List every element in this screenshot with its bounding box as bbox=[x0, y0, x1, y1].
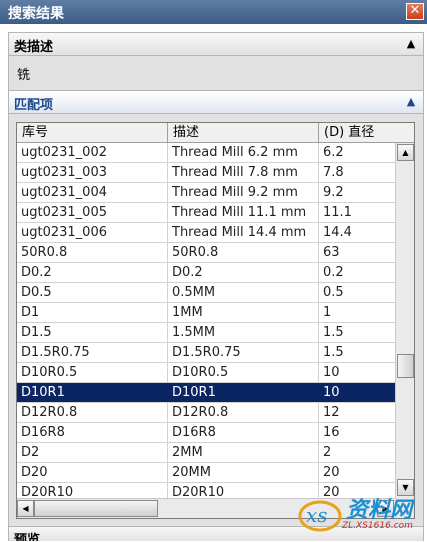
cell-diameter: 20 bbox=[323, 465, 340, 480]
cell-library-id: D2 bbox=[17, 443, 168, 462]
cell-library-id: 50R0.8 bbox=[17, 243, 168, 262]
cell-description: 0.5MM bbox=[168, 283, 319, 302]
table-row[interactable]: D10R0.5 D10R0.5 10 bbox=[17, 363, 395, 383]
cell-library-id: D1 bbox=[17, 303, 168, 322]
category-panel: 铣 bbox=[8, 56, 424, 90]
close-button[interactable]: ✕ bbox=[406, 3, 424, 20]
cell-description: D0.2 bbox=[168, 263, 319, 282]
cell-library-id: ugt0231_003 bbox=[17, 163, 168, 182]
table-row[interactable]: 50R0.8 50R0.8 63 bbox=[17, 243, 395, 263]
cell-description: Thread Mill 7.8 mm bbox=[168, 163, 319, 182]
cell-diameter: 63 bbox=[323, 245, 340, 260]
matches-section-header[interactable]: 匹配项 ▲ bbox=[8, 90, 424, 114]
cell-description: D10R1 bbox=[168, 383, 319, 402]
cell-diameter: 2 bbox=[323, 445, 332, 460]
cell-library-id: D0.5 bbox=[17, 283, 168, 302]
cell-description: D10R0.5 bbox=[168, 363, 319, 382]
horizontal-scroll-thumb[interactable] bbox=[34, 500, 158, 517]
cell-library-id: D1.5 bbox=[17, 323, 168, 342]
column-header-diameter[interactable]: (D) 直径 bbox=[319, 123, 414, 142]
chevron-up-icon[interactable]: ▲ bbox=[403, 36, 419, 52]
cell-diameter: 1 bbox=[323, 305, 332, 320]
table-row[interactable]: D2 2MM 2 bbox=[17, 443, 395, 463]
scroll-up-button[interactable]: ▲ bbox=[397, 144, 414, 161]
table-row[interactable]: D0.2 D0.2 0.2 bbox=[17, 263, 395, 283]
cell-description: Thread Mill 11.1 mm bbox=[168, 203, 319, 222]
cell-description: 1.5MM bbox=[168, 323, 319, 342]
cell-diameter: 11.1 bbox=[323, 205, 352, 220]
table-header: 库号 描述 (D) 直径 bbox=[17, 123, 414, 143]
cell-description: D12R0.8 bbox=[168, 403, 319, 422]
watermark-logo: xs 资料网 ZL.XS1616.com bbox=[296, 490, 424, 538]
cell-diameter: 16 bbox=[323, 425, 340, 440]
cell-library-id: D0.2 bbox=[17, 263, 168, 282]
results-table: 库号 描述 (D) 直径 ugt0231_002 Thread Mill 6.2 … bbox=[16, 122, 415, 519]
title-bar: 搜索结果 ✕ bbox=[0, 0, 427, 24]
cell-description: 50R0.8 bbox=[168, 243, 319, 262]
cell-diameter: 0.5 bbox=[323, 285, 344, 300]
cell-diameter: 10 bbox=[323, 365, 340, 380]
cell-diameter: 0.2 bbox=[323, 265, 344, 280]
cell-description: Thread Mill 14.4 mm bbox=[168, 223, 319, 242]
cell-description: D16R8 bbox=[168, 423, 319, 442]
window-title: 搜索结果 bbox=[8, 6, 64, 22]
table-row[interactable]: D1.5 1.5MM 1.5 bbox=[17, 323, 395, 343]
cell-diameter: 12 bbox=[323, 405, 340, 420]
cell-library-id: D10R0.5 bbox=[17, 363, 168, 382]
table-row[interactable]: D1.5R0.75 D1.5R0.75 1.5 bbox=[17, 343, 395, 363]
cell-library-id: ugt0231_005 bbox=[17, 203, 168, 222]
cell-diameter: 7.8 bbox=[323, 165, 344, 180]
chevron-up-icon[interactable]: ▲ bbox=[403, 94, 419, 110]
cell-description: 2MM bbox=[168, 443, 319, 462]
matches-section-label: 匹配项 bbox=[14, 98, 54, 113]
category-section-header[interactable]: 类描述 ▲ bbox=[8, 32, 424, 56]
cell-library-id: D12R0.8 bbox=[17, 403, 168, 422]
cell-description: D1.5R0.75 bbox=[168, 343, 319, 362]
table-row[interactable]: ugt0231_002 Thread Mill 6.2 mm 6.2 bbox=[17, 143, 395, 163]
vertical-scroll-thumb[interactable] bbox=[397, 354, 414, 378]
cell-description: 1MM bbox=[168, 303, 319, 322]
table-row[interactable]: D0.5 0.5MM 0.5 bbox=[17, 283, 395, 303]
cell-diameter: 10 bbox=[323, 385, 340, 400]
cell-library-id: ugt0231_002 bbox=[17, 143, 168, 162]
table-row[interactable]: D20 20MM 20 bbox=[17, 463, 395, 483]
scroll-left-button[interactable]: ◀ bbox=[17, 500, 34, 517]
cell-library-id: D20 bbox=[17, 463, 168, 482]
watermark-swirl-icon: xs bbox=[298, 500, 342, 532]
table-row[interactable]: D12R0.8 D12R0.8 12 bbox=[17, 403, 395, 423]
vertical-scrollbar[interactable]: ▲ ▼ bbox=[395, 143, 414, 498]
column-header-library-id[interactable]: 库号 bbox=[17, 123, 168, 142]
cell-description: Thread Mill 9.2 mm bbox=[168, 183, 319, 202]
svg-text:xs: xs bbox=[306, 503, 328, 527]
table-row[interactable]: D16R8 D16R8 16 bbox=[17, 423, 395, 443]
cell-library-id: ugt0231_006 bbox=[17, 223, 168, 242]
cell-description: 20MM bbox=[168, 463, 319, 482]
watermark-url: ZL.XS1616.com bbox=[342, 521, 413, 531]
cell-diameter: 6.2 bbox=[323, 145, 344, 160]
cell-diameter: 1.5 bbox=[323, 345, 344, 360]
preview-section-label: 预览 bbox=[14, 533, 41, 541]
cell-description: Thread Mill 6.2 mm bbox=[168, 143, 319, 162]
table-row[interactable]: ugt0231_005 Thread Mill 11.1 mm 11.1 bbox=[17, 203, 395, 223]
column-header-description[interactable]: 描述 bbox=[168, 123, 319, 142]
cell-diameter: 1.5 bbox=[323, 325, 344, 340]
category-value: 铣 bbox=[17, 68, 31, 83]
table-row[interactable]: D10R1 D10R1 10 bbox=[17, 383, 395, 403]
watermark-text: 资料网 bbox=[346, 498, 413, 523]
cell-library-id: D1.5R0.75 bbox=[17, 343, 168, 362]
cell-library-id: ugt0231_004 bbox=[17, 183, 168, 202]
cell-library-id: D16R8 bbox=[17, 423, 168, 442]
cell-diameter: 14.4 bbox=[323, 225, 352, 240]
category-section-label: 类描述 bbox=[14, 40, 54, 55]
table-row[interactable]: D1 1MM 1 bbox=[17, 303, 395, 323]
cell-diameter: 9.2 bbox=[323, 185, 344, 200]
table-row[interactable]: ugt0231_003 Thread Mill 7.8 mm 7.8 bbox=[17, 163, 395, 183]
cell-library-id: D10R1 bbox=[17, 383, 168, 402]
table-row[interactable]: ugt0231_006 Thread Mill 14.4 mm 14.4 bbox=[17, 223, 395, 243]
table-row[interactable]: ugt0231_004 Thread Mill 9.2 mm 9.2 bbox=[17, 183, 395, 203]
